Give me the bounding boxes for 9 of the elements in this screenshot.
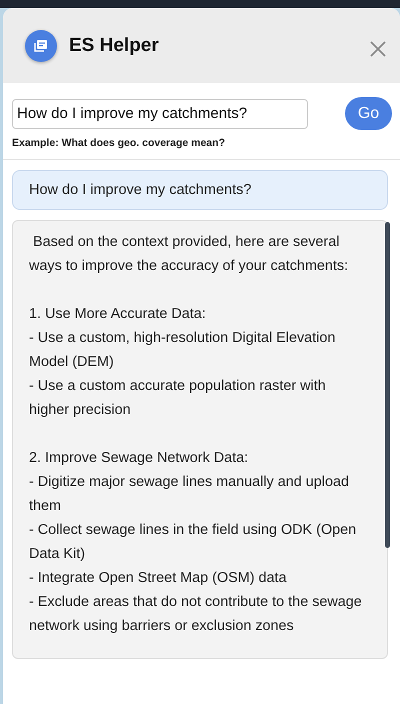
- answer-bubble: Based on the context provided, here are several ways to improve the accuracy of your catchments: 1. Use More Accurate Data: - Use a custom, high-resolution Digital Elevation Model (DEM) - Use a custom accurate population raster with higher precision 2. Improve Sewage Network Data: - Digitize major sewage lines manually and upload them - Collect sewage lines in the field using ODK (Open Data Kit) - Integrate Open Street Map (OSM) data - Exclude areas that do not contribute to the sewage network using barriers or exclusion zones: [12, 220, 388, 659]
- close-icon[interactable]: [370, 40, 386, 56]
- question-bubble: How do I improve my catchments?: [12, 170, 388, 210]
- app-title: ES Helper: [69, 34, 160, 56]
- go-button[interactable]: Go: [345, 97, 392, 130]
- example-hint: Example: What does geo. coverage mean?: [12, 137, 225, 149]
- question-input[interactable]: How do I improve my catchments?: [12, 98, 308, 128]
- scrollbar[interactable]: [385, 222, 390, 548]
- chat-icon: [25, 30, 57, 62]
